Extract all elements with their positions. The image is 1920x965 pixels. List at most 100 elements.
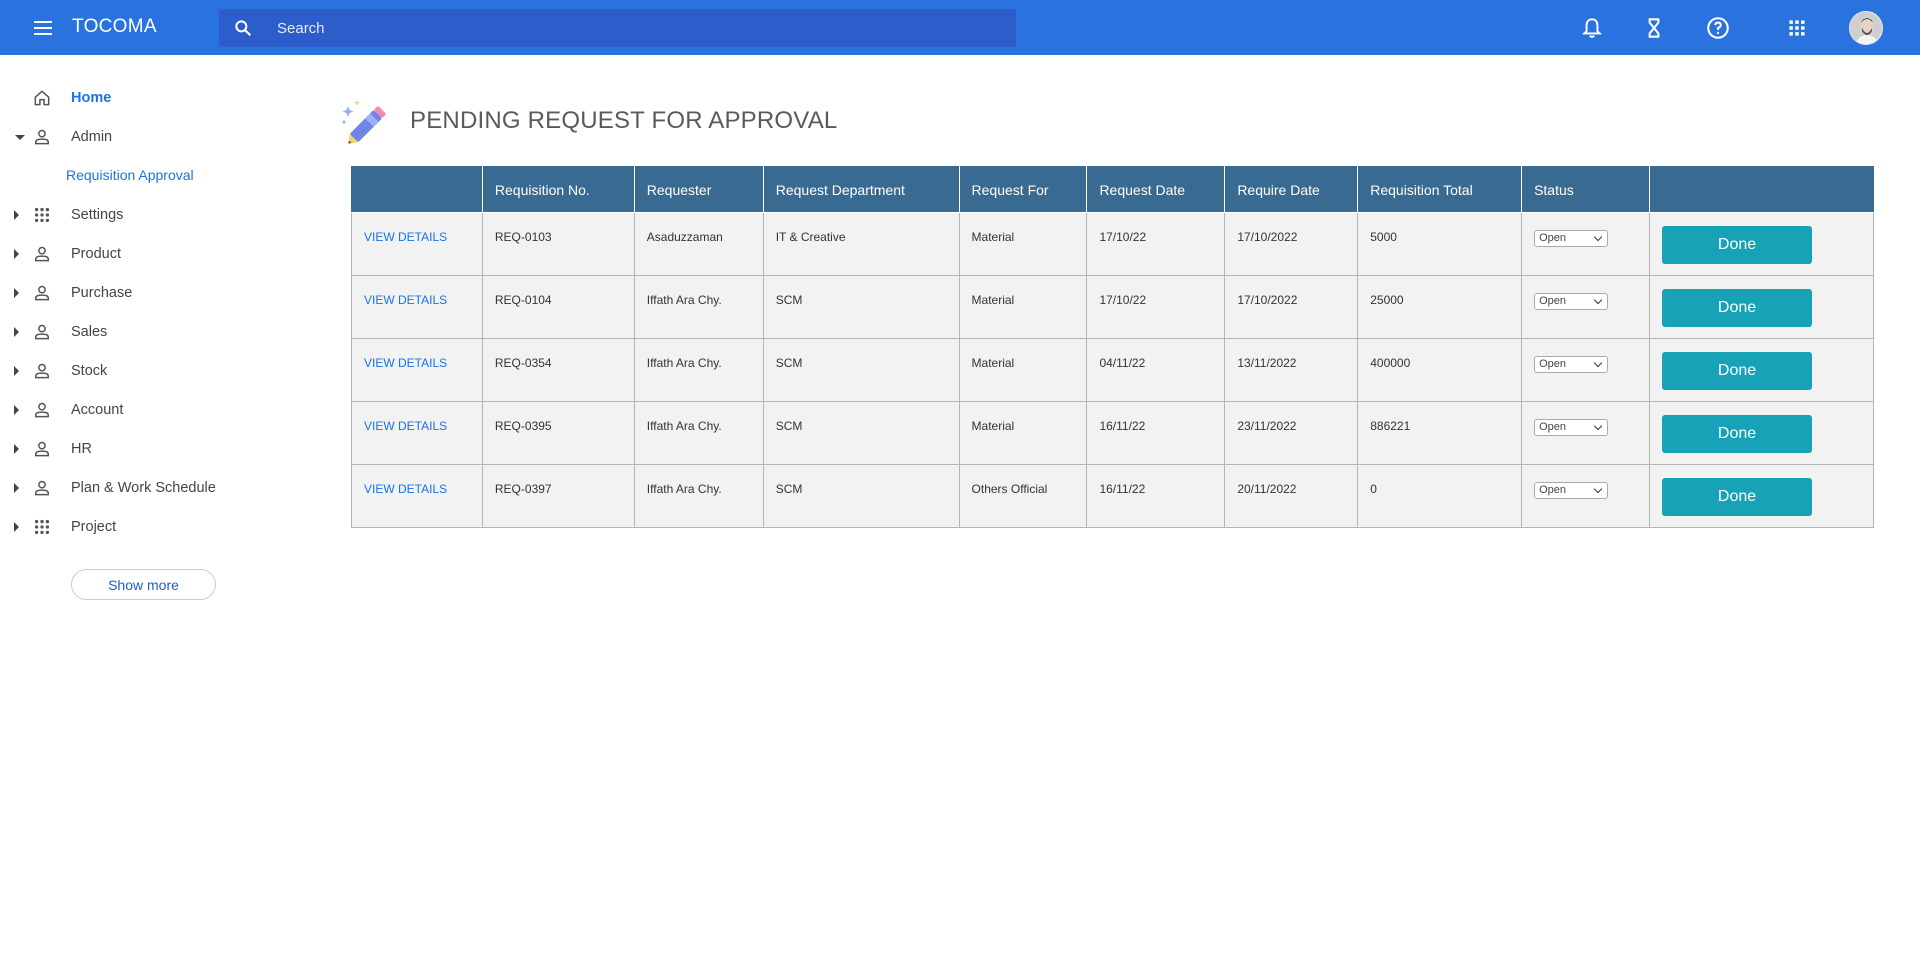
- caret-right-icon[interactable]: [14, 288, 19, 298]
- requester-cell: Iffath Ara Chy.: [633, 401, 764, 465]
- requisition-no-cell: REQ-0354: [481, 338, 635, 402]
- sidebar-item-purchase[interactable]: Purchase: [0, 276, 300, 310]
- view-details-link[interactable]: VIEW DETAILS: [364, 482, 447, 496]
- user-avatar[interactable]: [1849, 11, 1883, 45]
- sidebar-item-stock[interactable]: Stock: [0, 354, 300, 388]
- pencil-sparkle-icon: [342, 100, 386, 144]
- request-date-cell: 16/11/22: [1086, 464, 1226, 528]
- column-header: Request Date: [1086, 166, 1226, 213]
- status-select[interactable]: Open: [1534, 230, 1609, 247]
- sidebar-subitem-requisition-approval[interactable]: Requisition Approval: [66, 167, 194, 183]
- request-date-cell: 04/11/22: [1086, 338, 1226, 402]
- person-icon: [35, 324, 49, 340]
- sidebar-item-label: HR: [71, 441, 92, 457]
- sidebar-item-label: Purchase: [71, 285, 133, 301]
- caret-right-icon[interactable]: [14, 366, 19, 376]
- sidebar-item-product[interactable]: Product: [0, 237, 300, 271]
- caret-right-icon[interactable]: [14, 522, 19, 532]
- done-button[interactable]: Done: [1662, 478, 1813, 516]
- person-icon: [35, 402, 49, 418]
- requester-cell: Asaduzzaman: [633, 212, 764, 276]
- app-title: TOCOMA: [72, 16, 157, 37]
- apps-grid-icon[interactable]: [1784, 15, 1810, 41]
- sidebar: Home Admin Requisition Approval Settings…: [0, 55, 320, 965]
- status-select-value: Open: [1539, 484, 1566, 496]
- request-date-cell: 17/10/22: [1086, 275, 1226, 339]
- done-button[interactable]: Done: [1662, 352, 1813, 390]
- view-details-link[interactable]: VIEW DETAILS: [364, 356, 447, 370]
- request-for-cell: Material: [958, 338, 1088, 402]
- sidebar-item-home[interactable]: Home: [0, 81, 300, 115]
- requester-cell: Iffath Ara Chy.: [633, 464, 764, 528]
- sidebar-item-sales[interactable]: Sales: [0, 315, 300, 349]
- require-date-cell: 20/11/2022: [1224, 464, 1359, 528]
- view-details-link[interactable]: VIEW DETAILS: [364, 419, 447, 433]
- sidebar-item-label: Admin: [71, 129, 113, 145]
- status-select[interactable]: Open: [1534, 293, 1609, 310]
- require-date-cell: 17/10/2022: [1224, 212, 1359, 276]
- sidebar-item-label: Project: [71, 519, 117, 535]
- hamburger-menu-icon[interactable]: [30, 15, 56, 41]
- chevron-down-icon: [1593, 484, 1603, 494]
- hourglass-icon[interactable]: [1641, 15, 1667, 41]
- status-select[interactable]: Open: [1534, 356, 1609, 373]
- column-header: Requisition Total: [1357, 166, 1523, 213]
- department-cell: SCM: [762, 401, 960, 465]
- sidebar-item-plan-work-schedule[interactable]: Plan & Work Schedule: [0, 471, 300, 505]
- status-select[interactable]: Open: [1534, 419, 1609, 436]
- caret-right-icon[interactable]: [14, 249, 19, 259]
- status-select-value: Open: [1539, 421, 1566, 433]
- done-button[interactable]: Done: [1662, 415, 1813, 453]
- requisition-total-cell: 400000: [1357, 338, 1523, 402]
- notifications-icon[interactable]: [1579, 15, 1605, 41]
- sidebar-item-account[interactable]: Account: [0, 393, 300, 427]
- department-cell: IT & Creative: [762, 212, 960, 276]
- caret-right-icon[interactable]: [14, 210, 19, 220]
- request-for-cell: Others Official: [958, 464, 1088, 528]
- column-header: Require Date: [1224, 166, 1359, 213]
- column-header: [351, 166, 483, 213]
- column-header: Requester: [633, 166, 764, 213]
- caret-down-icon[interactable]: [15, 135, 25, 140]
- search-bar[interactable]: [219, 9, 1016, 47]
- caret-right-icon[interactable]: [14, 327, 19, 337]
- table-header-row: Requisition No. Requester Request Depart…: [351, 166, 1874, 213]
- sidebar-item-project[interactable]: Project: [0, 510, 300, 544]
- top-app-bar: TOCOMA: [0, 0, 1920, 55]
- sidebar-item-hr[interactable]: HR: [0, 432, 300, 466]
- requisition-total-cell: 0: [1357, 464, 1523, 528]
- sidebar-item-admin[interactable]: Admin: [0, 120, 300, 154]
- home-icon: [34, 90, 50, 106]
- requisition-no-cell: REQ-0397: [481, 464, 635, 528]
- person-icon: [35, 363, 49, 379]
- show-more-button[interactable]: Show more: [71, 569, 216, 600]
- column-header: Requisition No.: [481, 166, 635, 213]
- search-input[interactable]: [277, 9, 997, 47]
- status-select-value: Open: [1539, 295, 1566, 307]
- requisition-no-cell: REQ-0104: [481, 275, 635, 339]
- done-button[interactable]: Done: [1662, 289, 1813, 327]
- grid-icon: [34, 207, 50, 223]
- caret-right-icon[interactable]: [14, 444, 19, 454]
- column-header: Request For: [958, 166, 1088, 213]
- require-date-cell: 23/11/2022: [1224, 401, 1359, 465]
- department-cell: SCM: [762, 338, 960, 402]
- status-select-value: Open: [1539, 358, 1566, 370]
- request-date-cell: 17/10/22: [1086, 212, 1226, 276]
- requisition-total-cell: 886221: [1357, 401, 1523, 465]
- request-date-cell: 16/11/22: [1086, 401, 1226, 465]
- table-row: VIEW DETAILS REQ-0395 Iffath Ara Chy. SC…: [351, 401, 1874, 465]
- page-title: PENDING REQUEST FOR APPROVAL: [410, 107, 838, 134]
- done-button[interactable]: Done: [1662, 226, 1813, 264]
- sidebar-item-label: Product: [71, 246, 121, 262]
- help-icon[interactable]: [1705, 15, 1731, 41]
- caret-right-icon[interactable]: [14, 483, 19, 493]
- table-row: VIEW DETAILS REQ-0397 Iffath Ara Chy. SC…: [351, 464, 1874, 528]
- view-details-link[interactable]: VIEW DETAILS: [364, 293, 447, 307]
- requester-cell: Iffath Ara Chy.: [633, 338, 764, 402]
- view-details-link[interactable]: VIEW DETAILS: [364, 230, 447, 244]
- sidebar-item-label: Sales: [71, 324, 108, 340]
- sidebar-item-settings[interactable]: Settings: [0, 198, 300, 232]
- status-select[interactable]: Open: [1534, 482, 1609, 499]
- caret-right-icon[interactable]: [14, 405, 19, 415]
